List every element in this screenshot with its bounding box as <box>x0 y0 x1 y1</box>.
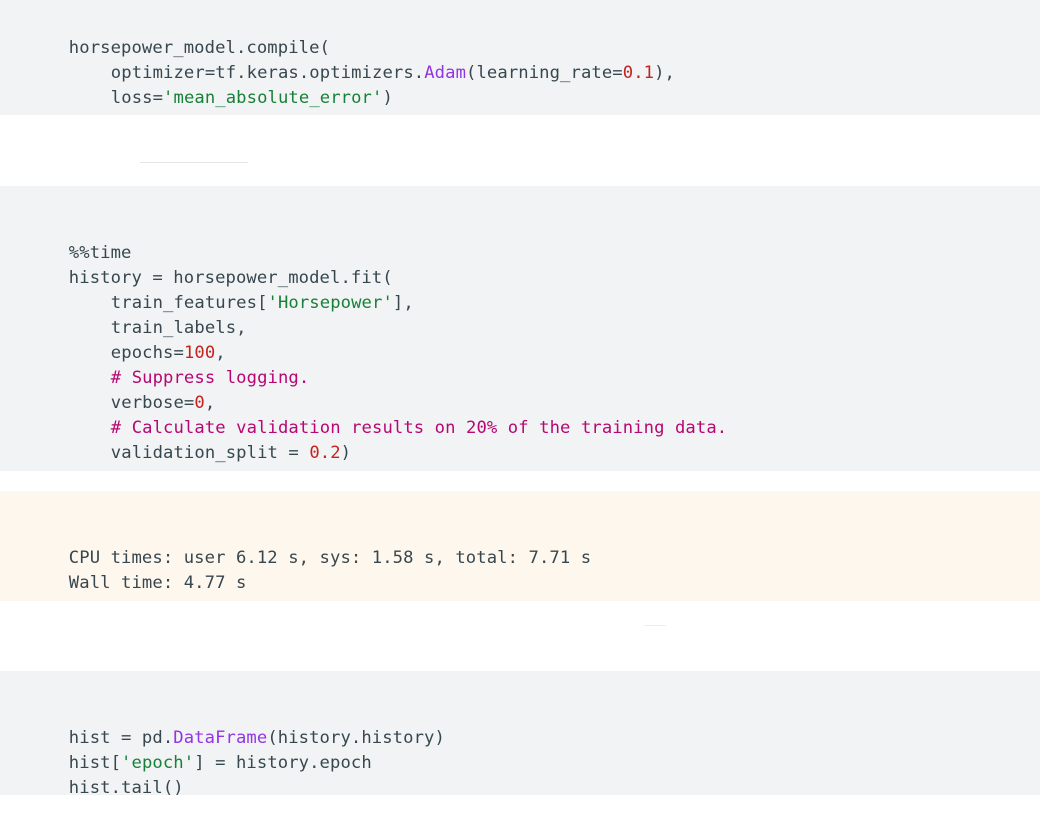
code-text: loss= <box>110 88 164 108</box>
output-line: CPU times: user 6.12 s, sys: 1.58 s, tot… <box>27 521 591 568</box>
code-text: ) <box>340 443 352 463</box>
code-number: 0.2 <box>309 443 341 463</box>
code-text: validation_split = <box>110 443 310 463</box>
output-line: Wall time: 4.77 s <box>27 546 247 593</box>
code-line: # Calculate validation results on 20% of… <box>69 391 727 438</box>
code-line: # Suppress logging. <box>69 341 309 388</box>
code-cell-dataframe[interactable]: hist = pd.DataFrame(history.history) his… <box>0 671 1040 798</box>
code-line: verbose=0, <box>69 366 215 413</box>
code-line: hist['epoch'] = history.epoch <box>27 726 372 773</box>
code-line: train_features['Horsepower'], <box>69 266 414 313</box>
code-line: loss='mean_absolute_error') <box>69 61 393 108</box>
code-string: 'mean_absolute_error' <box>163 88 383 108</box>
code-text: ), <box>654 63 675 83</box>
code-line: hist = pd.DataFrame(history.history) <box>27 701 445 748</box>
code-line: %%time <box>27 216 132 263</box>
faint-text <box>644 625 666 626</box>
code-line: train_labels, <box>69 291 247 338</box>
code-function: Adam <box>424 63 467 83</box>
cell-gap <box>0 471 1040 491</box>
code-line: hist.tail() <box>27 751 184 798</box>
code-line: optimizer=tf.keras.optimizers.Adam(learn… <box>69 36 675 83</box>
code-text: ], <box>392 293 414 313</box>
output-cell: CPU times: user 6.12 s, sys: 1.58 s, tot… <box>0 491 1040 601</box>
code-text: (learning_rate= <box>466 63 623 83</box>
code-cell-fit[interactable]: %%time history = horsepower_model.fit( t… <box>0 186 1040 471</box>
faint-text <box>140 162 248 163</box>
code-line: history = horsepower_model.fit( <box>27 241 393 288</box>
text-cell <box>0 115 1040 186</box>
text-cell <box>0 601 1040 671</box>
code-string: 'Horsepower' <box>267 293 393 313</box>
code-text: ] = history.epoch <box>194 753 372 773</box>
code-number: 0.1 <box>622 63 655 83</box>
output-text: Wall time: 4.77 s <box>68 573 247 593</box>
code-text: hist.tail() <box>68 778 184 798</box>
code-text: ) <box>382 88 393 108</box>
code-line: epochs=100, <box>69 316 226 363</box>
code-line: validation_split = 0.2) <box>69 416 351 463</box>
code-line: horsepower_model.compile( <box>27 11 330 58</box>
code-cell-compile[interactable]: horsepower_model.compile( optimizer=tf.k… <box>0 0 1040 115</box>
